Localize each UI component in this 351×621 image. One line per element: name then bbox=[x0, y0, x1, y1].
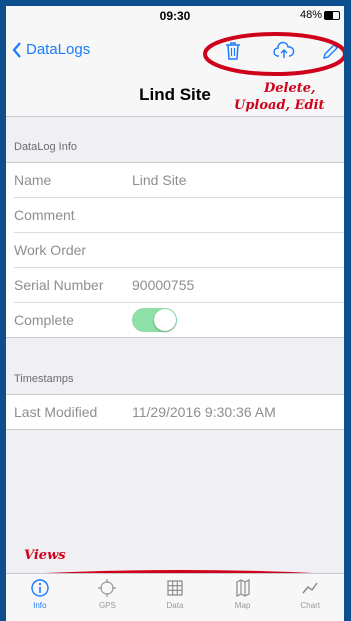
tab-chart[interactable]: Chart bbox=[276, 574, 344, 621]
annotation-delete: Delete, bbox=[264, 81, 316, 96]
annotation-upload-edit: Upload, Edit bbox=[234, 98, 325, 113]
row-label: Complete bbox=[14, 312, 74, 328]
status-bar: 09:30 48% bbox=[6, 6, 344, 26]
last-modified-value: 11/29/2016 9:30:36 AM bbox=[132, 404, 276, 420]
row-complete: Complete bbox=[14, 303, 344, 337]
tab-label: Info bbox=[33, 601, 47, 610]
tab-gps[interactable]: GPS bbox=[74, 574, 142, 621]
annotation-oval bbox=[203, 32, 344, 76]
map-icon bbox=[235, 579, 250, 597]
battery-percent: 48% bbox=[299, 9, 322, 21]
section-header-timestamps: Timestamps bbox=[14, 373, 74, 385]
row-label: Serial Number bbox=[14, 277, 104, 293]
tab-label: Map bbox=[234, 601, 251, 610]
status-time: 09:30 bbox=[159, 9, 191, 23]
tab-label: Chart bbox=[300, 601, 320, 610]
chart-icon bbox=[302, 582, 318, 594]
timestamps-group: Last Modified 11/29/2016 9:30:36 AM bbox=[6, 394, 344, 430]
tab-label: Data bbox=[166, 601, 184, 610]
tab-label: GPS bbox=[98, 601, 116, 610]
chevron-left-icon bbox=[12, 41, 21, 58]
row-label: Work Order bbox=[14, 242, 87, 258]
tab-map[interactable]: Map bbox=[209, 574, 277, 621]
gps-icon bbox=[98, 579, 117, 597]
tab-info[interactable]: Info bbox=[6, 574, 74, 621]
tab-bar: Info GPS Data Map Chart bbox=[6, 573, 344, 621]
row-label: Name bbox=[14, 172, 52, 188]
row-comment: Comment bbox=[14, 198, 344, 233]
row-last-modified: Last Modified 11/29/2016 9:30:36 AM bbox=[14, 395, 344, 429]
row-label: Last Modified bbox=[14, 404, 98, 420]
annotation-views: Views bbox=[24, 548, 66, 563]
back-label: DataLogs bbox=[26, 41, 91, 58]
back-button[interactable]: DataLogs bbox=[12, 41, 90, 58]
tab-data[interactable]: Data bbox=[141, 574, 209, 621]
section-header-datalog-info: DataLog Info bbox=[14, 141, 77, 153]
grid-icon bbox=[167, 580, 183, 596]
row-label: Comment bbox=[14, 207, 75, 223]
datalog-info-group: Name Lind Site Comment Work Order Serial… bbox=[6, 162, 344, 338]
row-name: Name Lind Site bbox=[14, 163, 344, 198]
row-work-order: Work Order bbox=[14, 233, 344, 268]
app-screen: 09:30 48% DataLogs Lind Site Delete, Upl… bbox=[6, 6, 344, 621]
info-icon bbox=[31, 579, 49, 597]
serial-number-value: 90000755 bbox=[132, 277, 195, 293]
name-value[interactable]: Lind Site bbox=[132, 172, 186, 188]
row-serial-number: Serial Number 90000755 bbox=[14, 268, 344, 303]
complete-toggle[interactable] bbox=[132, 308, 177, 332]
battery-icon bbox=[324, 11, 340, 20]
toggle-knob bbox=[154, 309, 176, 331]
